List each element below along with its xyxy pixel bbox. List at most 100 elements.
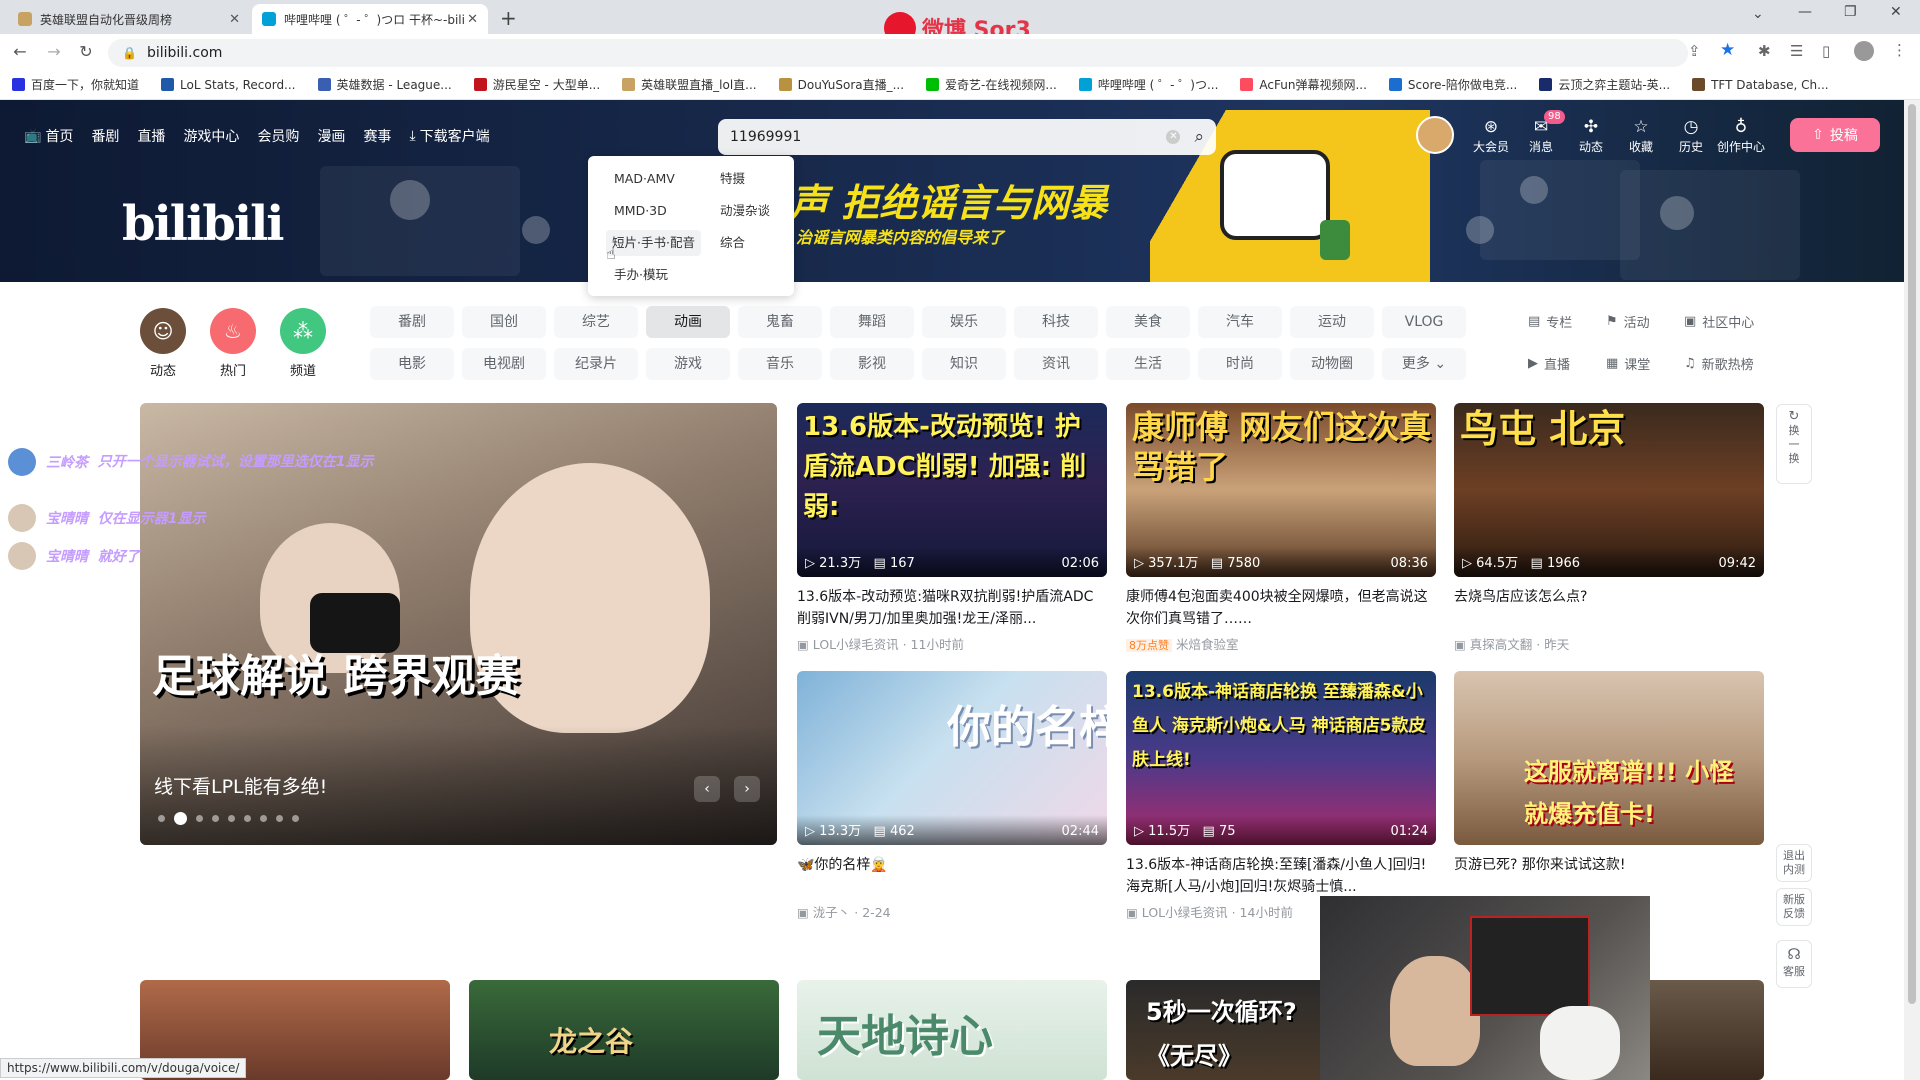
share-icon[interactable]: ⇪ xyxy=(1688,42,1701,60)
category-pill[interactable]: 电视剧 xyxy=(462,348,546,380)
page-scrollbar[interactable] xyxy=(1904,100,1920,1080)
nav-message[interactable]: ✉ 98 消息 xyxy=(1516,110,1566,155)
carousel-caption[interactable]: 线下看LPL能有多绝! xyxy=(154,772,327,799)
tab-close-icon[interactable]: ✕ xyxy=(467,12,478,27)
side-link-community[interactable]: ▣ 社区中心 xyxy=(1684,312,1754,331)
nav-favorites[interactable]: ☆ 收藏 xyxy=(1616,116,1666,155)
close-window-icon[interactable]: ✕ xyxy=(1890,4,1902,20)
nav-dynamic[interactable]: ✣ 动态 xyxy=(1566,116,1616,155)
carousel-dot[interactable] xyxy=(228,815,235,822)
video-title[interactable]: 13.6版本-改动预览:猫咪R双抗削弱!护盾流ADC削弱IVN/男刀/加里奥加强… xyxy=(797,586,1107,630)
category-pill[interactable]: 鬼畜 xyxy=(738,306,822,338)
video-title[interactable]: 页游已死? 那你来试试这款! xyxy=(1454,854,1764,898)
category-pill[interactable]: 娱乐 xyxy=(922,306,1006,338)
video-title[interactable]: 🦋你的名梓🧝 xyxy=(797,854,1107,898)
side-link-music[interactable]: ♫ 新歌热榜 xyxy=(1684,354,1754,373)
video-uploader[interactable]: ▣ LOL小绿毛资讯 · 14小时前 xyxy=(1126,902,1293,921)
bookmark-item[interactable]: 游民星空 - 大型单... xyxy=(473,76,600,93)
bookmark-item[interactable]: 云顶之弈主题站-英... xyxy=(1539,76,1670,93)
video-thumbnail[interactable]: 鸟屯 北京 ▷ 64.5万 ▤ 1966 09:42 xyxy=(1454,403,1764,577)
user-avatar[interactable] xyxy=(1416,116,1454,154)
browser-tab[interactable]: 英雄联盟自动化晋级周榜 ✕ xyxy=(8,4,250,34)
bookmark-item[interactable]: DouYuSora直播_... xyxy=(778,76,904,93)
video-thumbnail[interactable]: 这服就离谱!!! 小怪就爆充值卡! xyxy=(1454,671,1764,845)
category-pill-more[interactable]: 更多 ⌄ xyxy=(1382,348,1466,380)
category-pill[interactable]: 美食 xyxy=(1106,306,1190,338)
category-pill-selected[interactable]: 动画 xyxy=(646,306,730,338)
side-panel-icon[interactable]: ▯ xyxy=(1822,42,1830,60)
profile-avatar-icon[interactable] xyxy=(1854,41,1874,61)
channel-hot[interactable]: ♨ 热门 xyxy=(208,308,258,379)
category-pill[interactable]: 汽车 xyxy=(1198,306,1282,338)
tab-search-chevron-icon[interactable]: ⌄ xyxy=(1752,6,1764,22)
bookmark-item[interactable]: 英雄数据 - League... xyxy=(317,76,452,93)
video-uploader[interactable]: ▣ 泷子丶 · 2-24 xyxy=(797,902,891,921)
carousel-prev-button[interactable]: ‹ xyxy=(694,776,720,802)
category-pill[interactable]: 音乐 xyxy=(738,348,822,380)
video-title[interactable]: 去烧鸟店应该怎么点? xyxy=(1454,586,1764,630)
dropdown-item[interactable]: 综合 xyxy=(714,230,751,256)
nav-download[interactable]: ⤓ 下载客户端 xyxy=(409,126,489,146)
nav-manga[interactable]: 漫画 xyxy=(317,126,345,146)
bookmark-item[interactable]: 哔哩哔哩 ( ゜- ゜)つ... xyxy=(1078,76,1218,93)
nav-mall[interactable]: 会员购 xyxy=(257,126,299,146)
dropdown-item[interactable]: 动漫杂谈 xyxy=(714,198,776,224)
carousel-dot-active[interactable] xyxy=(174,812,187,825)
category-pill[interactable]: 科技 xyxy=(1014,306,1098,338)
category-pill[interactable]: 运动 xyxy=(1290,306,1374,338)
category-pill[interactable]: 舞蹈 xyxy=(830,306,914,338)
channel-dynamic[interactable]: ☺ 动态 xyxy=(138,308,188,379)
bookmark-item[interactable]: 英雄联盟直播_lol直... xyxy=(622,76,757,93)
search-box[interactable]: 11969991 ✕ ⌕ xyxy=(718,119,1216,155)
address-bar[interactable]: 🔒 bilibili.com xyxy=(108,39,1688,67)
video-thumbnail[interactable]: 你的名梓 ▷ 13.3万 ▤ 462 02:44 xyxy=(797,671,1107,845)
side-link-live[interactable]: ▶ 直播 xyxy=(1528,354,1570,373)
carousel-dot[interactable] xyxy=(244,815,251,822)
search-input[interactable]: 11969991 xyxy=(730,129,801,145)
bookmark-item[interactable]: AcFun弹幕视频网... xyxy=(1240,76,1367,93)
reload-icon[interactable]: ↻ xyxy=(76,42,96,62)
video-thumbnail[interactable]: 13.6版本-神话商店轮换 至臻潘森&小鱼人 海克斯小炮&人马 神话商店5款皮肤… xyxy=(1126,671,1436,845)
video-thumbnail[interactable]: 康师傅 网友们这次真骂错了 ▷ 357.1万 ▤ 7580 08:36 xyxy=(1126,403,1436,577)
video-thumbnail[interactable]: 天地诗心 xyxy=(797,980,1107,1080)
dropdown-item[interactable]: 手办·模玩 xyxy=(608,262,674,288)
back-icon[interactable]: ← xyxy=(10,42,30,62)
dropdown-item[interactable]: MMD·3D xyxy=(608,198,673,224)
category-pill[interactable]: 电影 xyxy=(370,348,454,380)
dropdown-item[interactable]: 特摄 xyxy=(714,166,751,192)
dropdown-item-hovered[interactable]: 短片·手书·配音 xyxy=(606,230,701,256)
video-thumbnail[interactable]: 13.6版本-改动预览! 护盾流ADC削弱! 加强: 削弱: ▷ 21.3万 ▤… xyxy=(797,403,1107,577)
carousel-dot[interactable] xyxy=(196,815,203,822)
video-title[interactable]: 康师傅4包泡面卖400块被全网爆喷，但老高说这次你们真骂错了…… xyxy=(1126,586,1436,630)
category-pill[interactable]: 知识 xyxy=(922,348,1006,380)
category-pill[interactable]: 纪录片 xyxy=(554,348,638,380)
video-uploader[interactable]: ▣ 真探高文翻 · 昨天 xyxy=(1454,634,1569,653)
nav-bangumi[interactable]: 番剧 xyxy=(91,126,119,146)
category-pill[interactable]: 生活 xyxy=(1106,348,1190,380)
side-link-activity[interactable]: ⚑ 活动 xyxy=(1606,312,1650,331)
category-pill[interactable]: 动物圈 xyxy=(1290,348,1374,380)
nav-live[interactable]: 直播 xyxy=(137,126,165,146)
restore-icon[interactable]: ❐ xyxy=(1844,4,1857,20)
customer-service-button[interactable]: ☊ 客服 xyxy=(1776,940,1812,988)
minimize-icon[interactable]: — xyxy=(1798,4,1812,20)
video-uploader[interactable]: ▣ LOL小绿毛资讯 · 11小时前 xyxy=(797,634,964,653)
video-thumbnail[interactable]: 龙之谷 xyxy=(469,980,779,1080)
category-pill[interactable]: 资讯 xyxy=(1014,348,1098,380)
category-pill[interactable]: 综艺 xyxy=(554,306,638,338)
feedback-button[interactable]: 新版反馈 xyxy=(1776,888,1812,926)
carousel-next-button[interactable]: › xyxy=(734,776,760,802)
nav-creator[interactable]: ♁ 创作中心 xyxy=(1716,116,1766,155)
carousel-dot[interactable] xyxy=(158,815,165,822)
category-pill[interactable]: VLOG xyxy=(1382,306,1466,338)
nav-game-center[interactable]: 游戏中心 xyxy=(183,126,239,146)
category-pill[interactable]: 影视 xyxy=(830,348,914,380)
refresh-feed-button[interactable]: ↻ 换一换 xyxy=(1776,404,1812,484)
nav-home[interactable]: 📺 首页 xyxy=(24,126,73,146)
exit-beta-button[interactable]: 退出内测 xyxy=(1776,844,1812,882)
side-link-course[interactable]: ▦ 课堂 xyxy=(1606,354,1650,373)
bilibili-logo[interactable]: bilibili xyxy=(122,196,285,252)
dropdown-item[interactable]: MAD·AMV xyxy=(608,166,681,192)
video-uploader[interactable]: 8万点赞 米焙食验室 xyxy=(1126,634,1239,653)
reading-list-icon[interactable]: ☰ xyxy=(1790,42,1803,60)
